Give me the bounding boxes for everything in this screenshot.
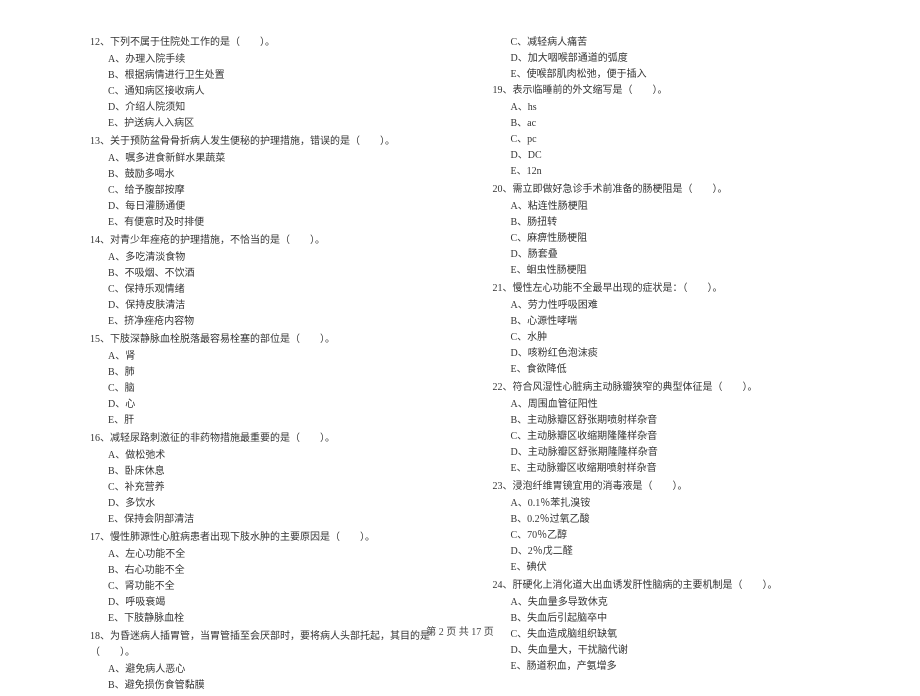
question-option: C、脑 [90, 381, 448, 397]
question-option: A、避免病人恶心 [90, 662, 448, 678]
question-option: B、肠扭转 [493, 215, 851, 231]
question-option: B、肺 [90, 365, 448, 381]
question-block: 15、下肢深静脉血栓脱落最容易栓塞的部位是（ ）。A、肾B、肺C、脑D、心E、肝 [90, 332, 448, 429]
question-option: C、减轻病人痛苦 [493, 35, 851, 51]
question-option: E、有便意时及时排便 [90, 215, 448, 231]
question-option: E、肝 [90, 413, 448, 429]
question-block: 20、需立即做好急诊手术前准备的肠梗阻是（ ）。A、粘连性肠梗阻B、肠扭转C、麻… [493, 182, 851, 279]
question-option: A、hs [493, 100, 851, 116]
question-option: E、护送病人入病区 [90, 116, 448, 132]
question-title: 14、对青少年痤疮的护理措施，不恰当的是（ ）。 [90, 233, 448, 249]
question-option: D、加大咽喉部通道的弧度 [493, 51, 851, 67]
question-block: 12、下列不属于住院处工作的是（ ）。A、办理入院手续B、根据病情进行卫生处置C… [90, 35, 448, 132]
question-title: 21、慢性左心功能不全最早出现的症状是：（ ）。 [493, 281, 851, 297]
question-option: A、左心功能不全 [90, 547, 448, 563]
question-title: 13、关于预防盆骨骨折病人发生便秘的护理措施，错误的是（ ）。 [90, 134, 448, 150]
question-option: B、右心功能不全 [90, 563, 448, 579]
question-option: E、使喉部肌肉松弛，便于插入 [493, 67, 851, 83]
question-title: 19、表示临睡前的外文缩写是（ ）。 [493, 83, 851, 99]
question-option: D、呼吸衰竭 [90, 595, 448, 611]
right-column: C、减轻病人痛苦D、加大咽喉部通道的弧度E、使喉部肌肉松弛，便于插入19、表示临… [463, 35, 866, 696]
page-footer: 第 2 页 共 17 页 [0, 623, 920, 638]
question-title: 24、肝硬化上消化道大出血诱发肝性脑病的主要机制是（ ）。 [493, 578, 851, 594]
question-option: C、70％乙醇 [493, 528, 851, 544]
question-option: A、嘱多进食新鲜水果蔬菜 [90, 151, 448, 167]
page-content: 12、下列不属于住院处工作的是（ ）。A、办理入院手续B、根据病情进行卫生处置C… [0, 35, 920, 696]
question-option: B、根据病情进行卫生处置 [90, 68, 448, 84]
question-option: C、通知病区接收病人 [90, 84, 448, 100]
question-option: C、主动脉瓣区收缩期隆隆样杂音 [493, 429, 851, 445]
question-option: D、多饮水 [90, 496, 448, 512]
question-option: E、12n [493, 164, 851, 180]
question-option: E、保持会阴部清洁 [90, 512, 448, 528]
question-option: D、DC [493, 148, 851, 164]
question-option: B、0.2％过氧乙酸 [493, 512, 851, 528]
question-title: 17、慢性肺源性心脏病患者出现下肢水肿的主要原因是（ ）。 [90, 530, 448, 546]
question-option: C、保持乐观情绪 [90, 282, 448, 298]
question-option: A、劳力性呼吸困难 [493, 298, 851, 314]
question-option: B、心源性哮喘 [493, 314, 851, 330]
question-option: D、介绍人院须知 [90, 100, 448, 116]
question-option: B、不吸烟、不饮酒 [90, 266, 448, 282]
question-option: E、主动脉瓣区收缩期喷射样杂音 [493, 461, 851, 477]
question-title: 20、需立即做好急诊手术前准备的肠梗阻是（ ）。 [493, 182, 851, 198]
question-option: A、失血量多导致休克 [493, 595, 851, 611]
question-block: 13、关于预防盆骨骨折病人发生便秘的护理措施，错误的是（ ）。A、嘱多进食新鲜水… [90, 134, 448, 231]
question-option: D、心 [90, 397, 448, 413]
question-option: E、蛔虫性肠梗阻 [493, 263, 851, 279]
question-option: E、食欲降低 [493, 362, 851, 378]
question-option: A、肾 [90, 349, 448, 365]
question-option: C、肾功能不全 [90, 579, 448, 595]
question-option: B、主动脉瓣区舒张期喷射样杂音 [493, 413, 851, 429]
question-block: 22、符合风湿性心脏病主动脉瓣狭窄的典型体征是（ ）。A、周围血管征阳性B、主动… [493, 380, 851, 477]
question-option: B、ac [493, 116, 851, 132]
question-option: E、碘伏 [493, 560, 851, 576]
question-option: D、每日灌肠通便 [90, 199, 448, 215]
question-title: 23、浸泡纤维胃镜宜用的消毒液是（ ）。 [493, 479, 851, 495]
question-title: 12、下列不属于住院处工作的是（ ）。 [90, 35, 448, 51]
question-option: D、2％戊二醛 [493, 544, 851, 560]
question-block: 14、对青少年痤疮的护理措施，不恰当的是（ ）。A、多吃清淡食物B、不吸烟、不饮… [90, 233, 448, 330]
question-option: A、多吃清淡食物 [90, 250, 448, 266]
left-column: 12、下列不属于住院处工作的是（ ）。A、办理入院手续B、根据病情进行卫生处置C… [55, 35, 463, 696]
question-title: 15、下肢深静脉血栓脱落最容易栓塞的部位是（ ）。 [90, 332, 448, 348]
question-option: D、咳粉红色泡沫痰 [493, 346, 851, 362]
question-option: A、做松弛术 [90, 448, 448, 464]
question-option: D、肠套叠 [493, 247, 851, 263]
question-option: A、粘连性肠梗阻 [493, 199, 851, 215]
question-title: 22、符合风湿性心脏病主动脉瓣狭窄的典型体征是（ ）。 [493, 380, 851, 396]
question-block: 16、减轻尿路刺激征的非药物措施最重要的是（ ）。A、做松弛术B、卧床休息C、补… [90, 431, 448, 528]
question-option: C、补充营养 [90, 480, 448, 496]
question-option: A、周围血管征阳性 [493, 397, 851, 413]
question-option: B、鼓励多喝水 [90, 167, 448, 183]
question-block: 21、慢性左心功能不全最早出现的症状是：（ ）。A、劳力性呼吸困难B、心源性哮喘… [493, 281, 851, 378]
question-option: D、失血量大，干扰脑代谢 [493, 643, 851, 659]
question-option: A、办理入院手续 [90, 52, 448, 68]
question-title: 16、减轻尿路刺激征的非药物措施最重要的是（ ）。 [90, 431, 448, 447]
question-option: D、主动脉瓣区舒张期隆隆样杂音 [493, 445, 851, 461]
question-option: B、避免损伤食管黏膜 [90, 678, 448, 694]
question-block: 19、表示临睡前的外文缩写是（ ）。A、hsB、acC、pcD、DCE、12n [493, 83, 851, 180]
question-option: D、保持皮肤清洁 [90, 298, 448, 314]
question-option: C、pc [493, 132, 851, 148]
question-block: 23、浸泡纤维胃镜宜用的消毒液是（ ）。A、0.1％苯扎溴铵B、0.2％过氧乙酸… [493, 479, 851, 576]
question-block: 18、为昏迷病人插胃管，当胃管插至会厌部时，要将病人头部托起，其目的是（ ）。A… [90, 629, 448, 694]
question-option: C、给予腹部按摩 [90, 183, 448, 199]
question-option: A、0.1％苯扎溴铵 [493, 496, 851, 512]
question-block: 17、慢性肺源性心脏病患者出现下肢水肿的主要原因是（ ）。A、左心功能不全B、右… [90, 530, 448, 627]
question-option: E、肠道积血，产氨增多 [493, 659, 851, 675]
question-option: B、卧床休息 [90, 464, 448, 480]
question-option: E、挤净痤疮内容物 [90, 314, 448, 330]
question-option: C、麻痹性肠梗阻 [493, 231, 851, 247]
question-option: C、水肿 [493, 330, 851, 346]
